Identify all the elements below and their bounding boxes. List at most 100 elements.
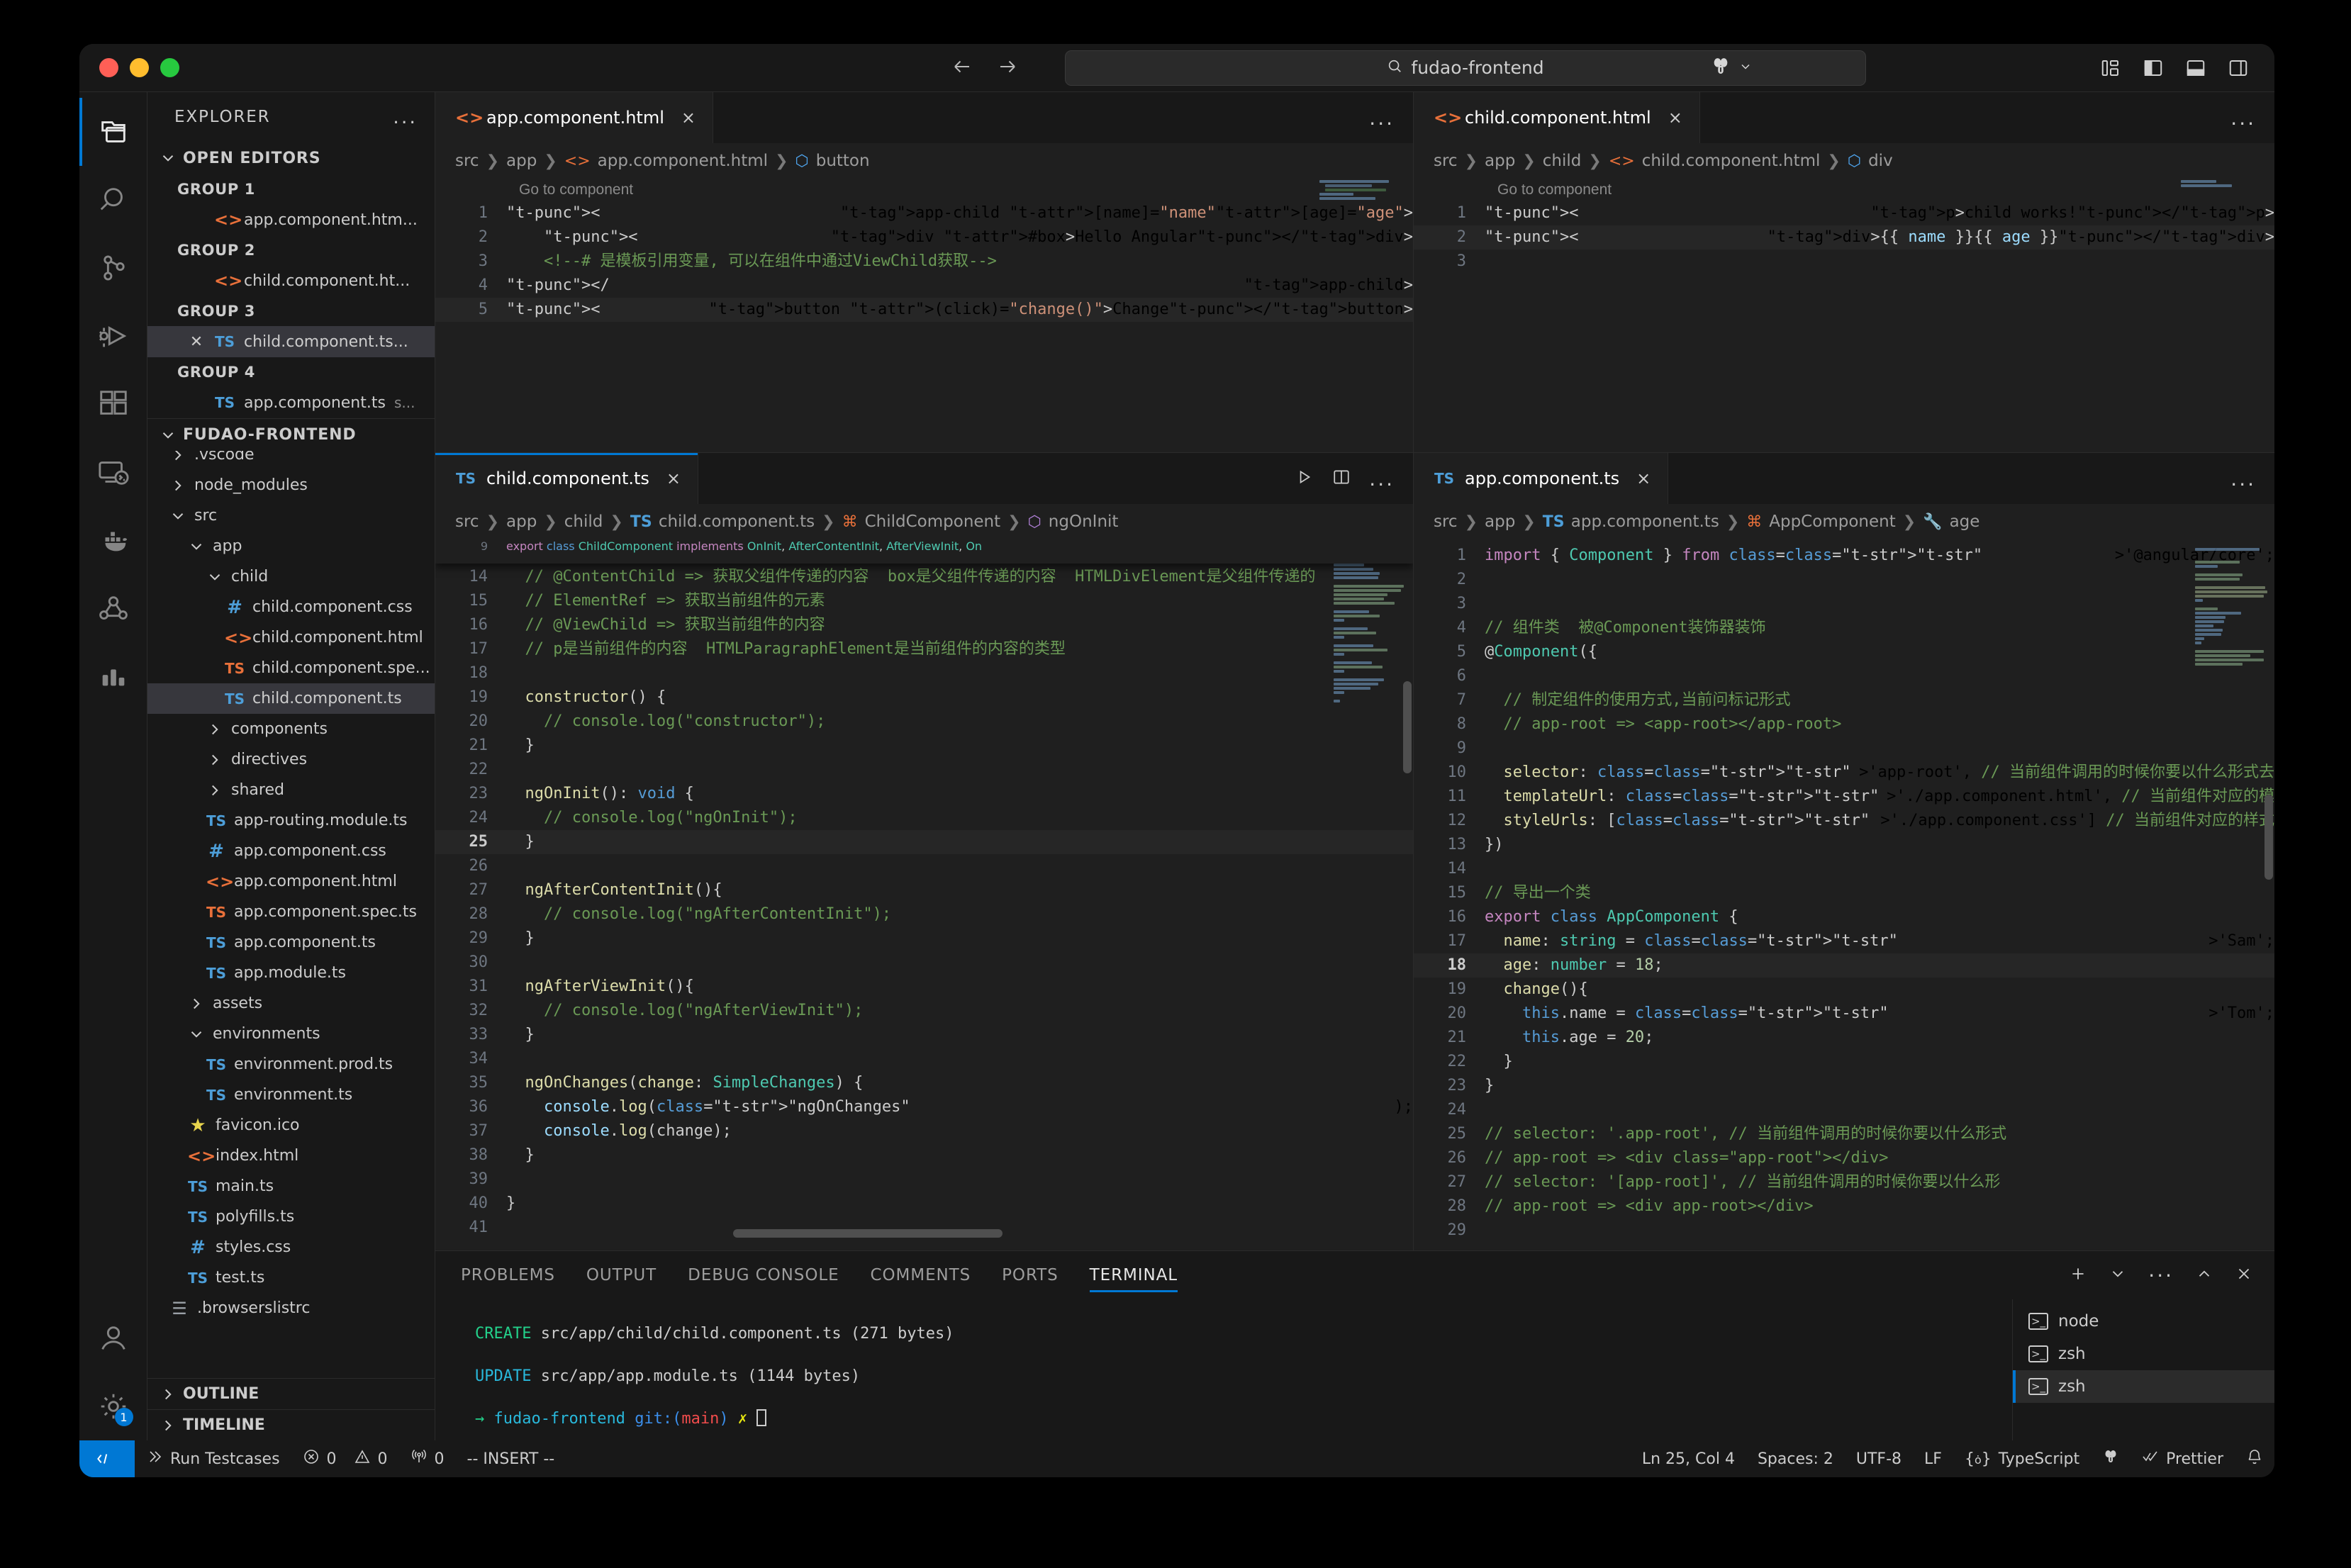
breadcrumb-item[interactable]: child.component.html <box>1642 152 1821 170</box>
toggle-primary-sidebar-icon[interactable] <box>2143 57 2164 79</box>
close-icon[interactable]: × <box>666 469 681 488</box>
more-icon[interactable]: ... <box>2230 106 2256 130</box>
tree-item[interactable]: TS app.module.ts <box>147 958 435 988</box>
breadcrumb-item[interactable]: app <box>1485 152 1515 170</box>
tab-actions[interactable]: ... <box>1369 92 1413 143</box>
run-icon[interactable] <box>1295 468 1314 489</box>
breadcrumb[interactable]: src ❯ app ❯ TS app.component.ts ❯ ⌘ AppC… <box>1414 504 2274 539</box>
breadcrumb-item[interactable]: age <box>1950 513 1980 531</box>
code-line[interactable]: 40} <box>435 1192 1413 1216</box>
code-line[interactable]: 2 "t-punc">< "t-tag" >div > {{ name }} {{ ag… <box>1414 225 2274 250</box>
ports-status[interactable]: 0 <box>399 1440 456 1477</box>
problems-status[interactable]: 0 0 <box>291 1440 399 1477</box>
breadcrumb[interactable]: src ❯ app ❯ child ❯ <> child.component.h… <box>1414 143 2274 179</box>
code-line[interactable]: 19 change(){ <box>1414 978 2274 1002</box>
split-editor-icon[interactable] <box>1332 468 1351 489</box>
outline-section-header[interactable]: OUTLINE <box>147 1378 435 1409</box>
cursor-position[interactable]: Ln 25, Col 4 <box>1631 1440 1746 1477</box>
minimize-window-button[interactable] <box>130 58 149 77</box>
maximize-window-button[interactable] <box>160 58 179 77</box>
close-panel-icon[interactable] <box>2235 1265 2253 1286</box>
activity-item-extensions[interactable] <box>79 370 147 438</box>
chevron-right-icon[interactable] <box>206 781 224 800</box>
customize-layout-icon[interactable] <box>2100 57 2121 79</box>
breadcrumb-item[interactable]: AppComponent <box>1769 513 1895 531</box>
breadcrumb-item[interactable]: src <box>455 513 479 531</box>
tree-item[interactable]: TS app.component.spec.ts <box>147 897 435 927</box>
code-line[interactable]: 20 this.name = class=class="t-str">"t-st… <box>1414 1002 2275 1026</box>
tree-item[interactable]: <> child.component.html <box>147 622 435 653</box>
notifications-button[interactable] <box>2235 1440 2274 1477</box>
tree-item[interactable]: TS child.component.ts <box>147 683 435 714</box>
code-line[interactable]: 13}) <box>1414 833 2274 857</box>
end-of-line[interactable]: LF <box>1913 1440 1953 1477</box>
chevron-right-icon[interactable] <box>206 751 224 769</box>
code-line[interactable]: 25 } <box>435 830 1413 854</box>
tree-item[interactable]: src <box>147 500 435 531</box>
forward-icon[interactable] <box>997 56 1018 80</box>
panel-tab-terminal[interactable]: TERMINAL <box>1089 1251 1178 1299</box>
code-line[interactable]: 23 ngOnInit(): void { <box>435 782 1413 806</box>
tree-item[interactable]: assets <box>147 988 435 1019</box>
code-line[interactable]: 22 <box>435 758 1413 782</box>
code-line[interactable]: 34 <box>435 1047 1413 1071</box>
code-line[interactable]: 38 } <box>435 1143 1413 1167</box>
tree-item[interactable]: TS test.ts <box>147 1262 435 1293</box>
tree-item[interactable]: # styles.css <box>147 1232 435 1262</box>
tab-actions[interactable]: ... <box>2230 453 2274 504</box>
code-line[interactable]: 29 <box>1414 1219 2274 1243</box>
code-line[interactable]: 8 // app-root => <app-root></app-root> <box>1414 712 2274 737</box>
activity-item-manage[interactable]: 1 <box>79 1372 147 1440</box>
tree-item[interactable]: directives <box>147 744 435 775</box>
tree-item[interactable]: components <box>147 714 435 744</box>
chevron-down-icon[interactable] <box>2109 1265 2127 1286</box>
toggle-secondary-sidebar-icon[interactable] <box>2228 57 2249 79</box>
code-line[interactable]: 35 ngOnChanges(change: SimpleChanges) { <box>435 1071 1413 1095</box>
code-line[interactable]: 27 ngAfterContentInit(){ <box>435 878 1413 902</box>
code-line[interactable]: 30 <box>435 951 1413 975</box>
window-controls[interactable] <box>79 58 179 77</box>
tree-item[interactable]: shared <box>147 775 435 805</box>
code-line[interactable]: 1 "t-punc">< "t-tag" >app-child "t-attr" >[n… <box>435 201 1413 225</box>
indentation[interactable]: Spaces: 2 <box>1746 1440 1845 1477</box>
breadcrumb[interactable]: src ❯ app ❯ child ❯ TS child.component.t… <box>435 504 1413 539</box>
more-icon[interactable]: ... <box>1369 106 1395 130</box>
panel-actions[interactable]: ··· <box>2069 1264 2274 1287</box>
code-line[interactable]: 4 // 组件类 被@Component装饰器装饰 <box>1414 616 2274 640</box>
code-line[interactable]: 12 styleUrls: [class=class="t-str">"t-st… <box>1414 809 2275 833</box>
terminal-output[interactable]: CREATE src/app/child/child.component.ts … <box>435 1299 2012 1440</box>
tree-item[interactable]: environments <box>147 1019 435 1049</box>
code-line[interactable]: 6 <box>1414 664 2274 688</box>
code-line[interactable]: 18 age: number = 18; <box>1414 953 2274 978</box>
chevron-down-icon[interactable] <box>206 568 224 586</box>
more-icon[interactable]: ... <box>1369 467 1395 491</box>
breadcrumb-item[interactable]: child <box>1543 152 1582 170</box>
editor-horizontal-scrollbar[interactable] <box>733 1229 1003 1238</box>
code-line[interactable]: 5 @Component({ <box>1414 640 2274 664</box>
code-editor[interactable]: Go to component 1 "t-punc">< "t-tag" >p > chi… <box>1414 179 2274 452</box>
editor-scrollbar[interactable] <box>2265 795 2273 880</box>
breadcrumb-item[interactable]: src <box>1434 513 1458 531</box>
panel-tab-output[interactable]: OUTPUT <box>586 1251 657 1299</box>
activity-item-remote-explorer[interactable] <box>79 438 147 506</box>
breadcrumb-item[interactable]: src <box>455 152 479 170</box>
breadcrumb-item[interactable]: app <box>506 513 537 531</box>
code-line[interactable]: 14 <box>1414 857 2274 881</box>
back-icon[interactable] <box>951 56 973 80</box>
tab-actions[interactable]: ... <box>2230 92 2274 143</box>
terminal-list-item[interactable]: >_ node <box>2013 1305 2274 1338</box>
language-mode[interactable]: {ȯ} TypeScript <box>1953 1440 2091 1477</box>
activity-item-search[interactable] <box>79 166 147 234</box>
code-line[interactable]: 1 import { Component } from class=class="… <box>1414 544 2274 568</box>
code-line[interactable]: 26 // app-root => <div class="app-root"><… <box>1414 1146 2274 1170</box>
code-line[interactable]: 26 <box>435 854 1413 878</box>
code-line[interactable]: 28 // app-root => <div app-root></div> <box>1414 1194 2274 1219</box>
code-line[interactable]: 16 export class AppComponent { <box>1414 905 2274 929</box>
code-line[interactable]: 25 // selector: '.app-root', // 当前组件调用的时候… <box>1414 1122 2274 1146</box>
timeline-section-header[interactable]: TIMELINE <box>147 1409 435 1440</box>
chevron-down-icon[interactable] <box>187 537 206 556</box>
code-line[interactable]: 16 // @ViewChild => 获取当前组件的内容 <box>435 613 1413 637</box>
breadcrumb-item[interactable]: app <box>1485 513 1515 531</box>
code-line[interactable]: 36 console.log(class="t-str">"ngOnChange… <box>435 1095 1414 1119</box>
workspace-section-header[interactable]: FUDAO-FRONTEND <box>147 418 435 451</box>
